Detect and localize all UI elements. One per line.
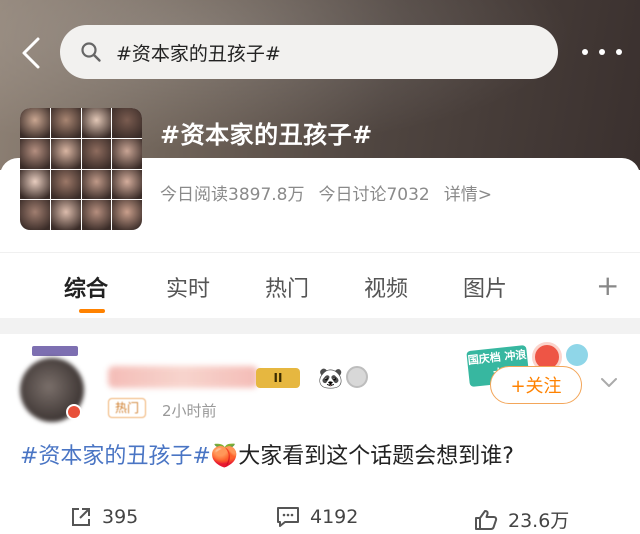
- topic-stats: 今日阅读3897.8万 今日讨论7032 详情>: [160, 180, 492, 205]
- avatar-frame-decoration: [32, 346, 78, 356]
- thumbs-up-icon: [475, 509, 498, 530]
- cover-collage-tile: [81, 200, 112, 230]
- add-tab-button[interactable]: +: [596, 269, 619, 302]
- post-timestamp: 2小时前: [162, 402, 217, 420]
- cover-collage-tile: [20, 200, 50, 230]
- repost-button[interactable]: 395: [70, 506, 138, 528]
- cover-collage-tile: [50, 108, 81, 138]
- share-icon: [72, 508, 90, 526]
- cover-collage-tile: [50, 169, 81, 200]
- cover-collage-tile: [112, 200, 142, 230]
- back-arrow-icon: [22, 37, 40, 69]
- post-tag: 热门: [108, 398, 147, 418]
- more-dot-icon: [616, 49, 622, 55]
- section-divider: [0, 318, 640, 334]
- comment-button[interactable]: 4192: [276, 506, 358, 528]
- cover-collage-tile: [112, 108, 142, 138]
- peach-emoji-icon: 🍑: [210, 444, 239, 469]
- tab-images[interactable]: 图片: [463, 271, 507, 303]
- like-button[interactable]: 23.6万: [474, 506, 569, 533]
- cover-collage-tile: [81, 108, 112, 138]
- topic-tabs: 综合 实时 热门 视频 图片 +: [0, 252, 640, 318]
- cover-collage-tile: [112, 169, 142, 200]
- topic-discussions: 今日讨论7032: [318, 185, 430, 205]
- active-tab-indicator: [79, 309, 105, 313]
- comment-icon: [277, 507, 299, 527]
- tab-realtime[interactable]: 实时: [166, 271, 210, 303]
- more-options-button[interactable]: [582, 42, 622, 62]
- user-level-badge: II: [256, 368, 300, 388]
- post-text: 大家看到这个话题会想到谁?: [238, 444, 514, 469]
- cover-collage-tile: [81, 138, 112, 169]
- topic-cover-image: [20, 108, 142, 230]
- cover-collage-tile: [20, 169, 50, 200]
- cover-collage-tile: [112, 138, 142, 169]
- tab-comprehensive[interactable]: 综合: [64, 271, 108, 303]
- more-dot-icon: [599, 49, 605, 55]
- like-count: 23.6万: [508, 510, 570, 532]
- search-bar[interactable]: #资本家的丑孩子#: [60, 25, 558, 79]
- search-icon: [81, 42, 101, 62]
- chevron-down-icon[interactable]: [600, 374, 618, 392]
- follow-button[interactable]: +关注: [490, 366, 582, 404]
- cover-collage-tile: [50, 138, 81, 169]
- back-button[interactable]: [14, 34, 48, 72]
- post-content: #资本家的丑孩子#🍑大家看到这个话题会想到谁?: [20, 438, 514, 470]
- search-query-text[interactable]: #资本家的丑孩子#: [116, 39, 281, 66]
- cover-collage-tile: [50, 200, 81, 230]
- tab-hot[interactable]: 热门: [265, 271, 309, 303]
- cover-collage-tile: [20, 138, 50, 169]
- more-dot-icon: [582, 49, 588, 55]
- comment-count: 4192: [310, 506, 359, 528]
- topic-title: #资本家的丑孩子#: [160, 121, 373, 149]
- post-actions: 395 4192 23.6万: [0, 504, 640, 534]
- tab-video[interactable]: 视频: [364, 271, 408, 303]
- post-author-name-blurred[interactable]: [108, 366, 258, 388]
- cover-collage-tile: [81, 169, 112, 200]
- panda-icon: 🐼: [318, 366, 343, 390]
- topic-reads: 今日阅读3897.8万: [160, 185, 305, 205]
- topic-detail-link[interactable]: 详情>: [444, 180, 492, 205]
- repost-count: 395: [102, 506, 139, 528]
- medal-icon: [346, 366, 368, 388]
- post-hashtag-link[interactable]: #资本家的丑孩子#: [20, 444, 211, 469]
- mascot-icon: [566, 344, 588, 366]
- avatar-verified-badge: [66, 404, 82, 420]
- cover-collage-tile: [20, 108, 50, 138]
- post-card: II 🐼 热门 2小时前 国庆档 冲浪大 +关注 #资本家的丑孩子#🍑大家看到这…: [0, 334, 640, 534]
